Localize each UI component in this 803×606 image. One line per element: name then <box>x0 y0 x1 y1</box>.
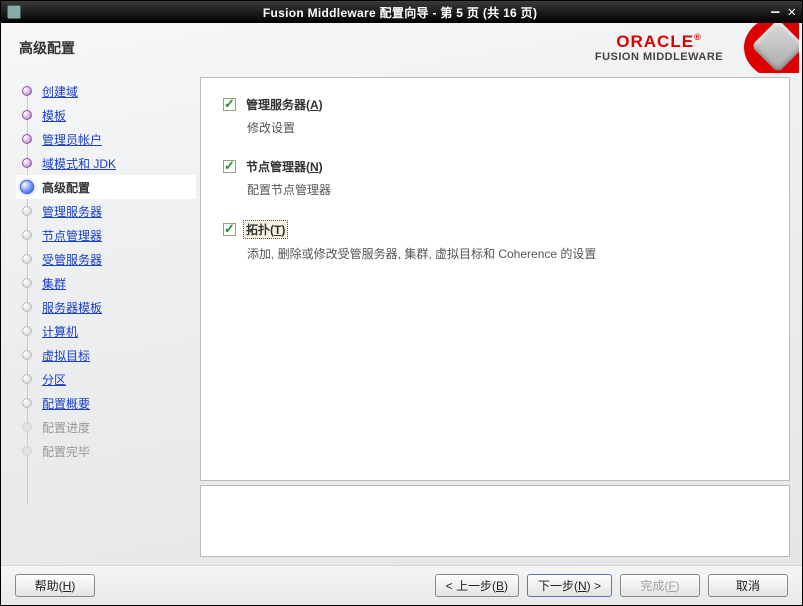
minimize-button[interactable]: — <box>771 4 779 20</box>
sidebar-item-13[interactable]: 配置概要 <box>16 391 196 415</box>
cancel-button[interactable]: 取消 <box>708 574 788 597</box>
window-title: Fusion Middleware 配置向导 - 第 5 页 (共 16 页) <box>29 4 771 21</box>
step-bullet-icon <box>22 158 32 168</box>
option-label[interactable]: 拓扑(T) <box>243 220 288 239</box>
brand-logo: ORACLE FUSION MIDDLEWARE <box>534 23 784 73</box>
sidebar-item-label: 虚拟目标 <box>42 347 90 364</box>
header: 高级配置 ORACLE FUSION MIDDLEWARE <box>1 23 802 73</box>
logo-subtitle: FUSION MIDDLEWARE <box>595 51 723 63</box>
sidebar-item-15: 配置完毕 <box>16 439 196 463</box>
step-bullet-icon <box>22 134 32 144</box>
sidebar-item-1[interactable]: 模板 <box>16 103 196 127</box>
step-bullet-icon <box>22 86 32 96</box>
option-checkbox[interactable] <box>223 160 236 173</box>
option-checkbox[interactable] <box>223 98 236 111</box>
sidebar-item-0[interactable]: 创建域 <box>16 79 196 103</box>
wizard-sidebar: 创建域模板管理员帐户域模式和 JDK 高级配置管理服务器节点管理器受管服务器集群服… <box>1 73 196 565</box>
step-bullet-icon <box>22 374 32 384</box>
sidebar-item-label: 配置完毕 <box>42 443 90 460</box>
sidebar-item-14: 配置进度 <box>16 415 196 439</box>
sidebar-item-label: 配置概要 <box>42 395 90 412</box>
sidebar-item-label: 管理员帐户 <box>42 131 102 148</box>
sidebar-item-2[interactable]: 管理员帐户 <box>16 127 196 151</box>
sidebar-item-label: 管理服务器 <box>42 203 102 220</box>
step-bullet-icon <box>22 110 32 120</box>
option-label[interactable]: 节点管理器(N) <box>246 158 323 175</box>
window-controls: — ✕ <box>771 4 796 20</box>
option-description: 配置节点管理器 <box>247 181 767 198</box>
step-bullet-icon <box>22 206 32 216</box>
sidebar-item-label: 计算机 <box>42 323 78 340</box>
sidebar-item-4[interactable]: 高级配置 <box>16 175 196 199</box>
options-panel: 管理服务器(A) 修改设置节点管理器(N) 配置节点管理器拓扑(T) 添加, 删除或修… <box>200 77 790 481</box>
sidebar-item-9[interactable]: 服务器模板 <box>16 295 196 319</box>
titlebar: Fusion Middleware 配置向导 - 第 5 页 (共 16 页) … <box>1 1 802 23</box>
step-bullet-icon <box>22 302 32 312</box>
sidebar-item-label: 高级配置 <box>42 179 90 196</box>
sidebar-item-12[interactable]: 分区 <box>16 367 196 391</box>
message-panel <box>200 485 790 557</box>
config-option-1: 节点管理器(N) 配置节点管理器 <box>223 158 767 198</box>
option-checkbox[interactable] <box>223 223 236 236</box>
sidebar-item-label: 节点管理器 <box>42 227 102 244</box>
sidebar-item-7[interactable]: 受管服务器 <box>16 247 196 271</box>
next-button[interactable]: 下一步(N) > <box>527 574 612 597</box>
step-bullet-icon <box>22 254 32 264</box>
option-description: 添加, 删除或修改受管服务器, 集群, 虚拟目标和 Coherence 的设置 <box>247 245 767 262</box>
content: 创建域模板管理员帐户域模式和 JDK 高级配置管理服务器节点管理器受管服务器集群服… <box>1 73 802 565</box>
sidebar-item-8[interactable]: 集群 <box>16 271 196 295</box>
step-bullet-icon <box>22 422 32 432</box>
step-bullet-icon <box>22 350 32 360</box>
config-option-2: 拓扑(T) 添加, 删除或修改受管服务器, 集群, 虚拟目标和 Coherence… <box>223 220 767 262</box>
sidebar-item-label: 分区 <box>42 371 66 388</box>
option-description: 修改设置 <box>247 119 767 136</box>
config-option-0: 管理服务器(A) 修改设置 <box>223 96 767 136</box>
sidebar-item-3[interactable]: 域模式和 JDK <box>16 151 196 175</box>
sidebar-item-label: 模板 <box>42 107 66 124</box>
footer: 帮助(H) < 上一步(B) 下一步(N) > 完成(F) 取消 <box>1 565 802 605</box>
logo-graphic <box>709 23 799 73</box>
close-button[interactable]: ✕ <box>788 4 796 20</box>
step-bullet-icon <box>22 446 32 456</box>
app-window: Fusion Middleware 配置向导 - 第 5 页 (共 16 页) … <box>0 0 803 606</box>
step-bullet-icon <box>20 180 34 194</box>
sidebar-item-10[interactable]: 计算机 <box>16 319 196 343</box>
sidebar-item-label: 创建域 <box>42 83 78 100</box>
step-bullet-icon <box>22 326 32 336</box>
main-area: 管理服务器(A) 修改设置节点管理器(N) 配置节点管理器拓扑(T) 添加, 删除或修… <box>196 73 802 565</box>
logo-oracle-text: ORACLE <box>595 33 723 52</box>
sidebar-item-label: 受管服务器 <box>42 251 102 268</box>
option-label[interactable]: 管理服务器(A) <box>246 96 323 113</box>
sidebar-item-label: 域模式和 JDK <box>42 155 116 172</box>
sidebar-item-label: 配置进度 <box>42 419 90 436</box>
sidebar-item-label: 服务器模板 <box>42 299 102 316</box>
app-icon <box>7 5 21 19</box>
finish-button: 完成(F) <box>620 574 700 597</box>
step-bullet-icon <box>22 278 32 288</box>
page-title: 高级配置 <box>19 38 534 58</box>
step-bullet-icon <box>22 230 32 240</box>
sidebar-item-label: 集群 <box>42 275 66 292</box>
help-button[interactable]: 帮助(H) <box>15 574 95 597</box>
sidebar-item-5[interactable]: 管理服务器 <box>16 199 196 223</box>
sidebar-item-6[interactable]: 节点管理器 <box>16 223 196 247</box>
sidebar-item-11[interactable]: 虚拟目标 <box>16 343 196 367</box>
back-button[interactable]: < 上一步(B) <box>435 574 519 597</box>
body: 高级配置 ORACLE FUSION MIDDLEWARE 创建域模板管理员帐户… <box>1 23 802 605</box>
step-bullet-icon <box>22 398 32 408</box>
